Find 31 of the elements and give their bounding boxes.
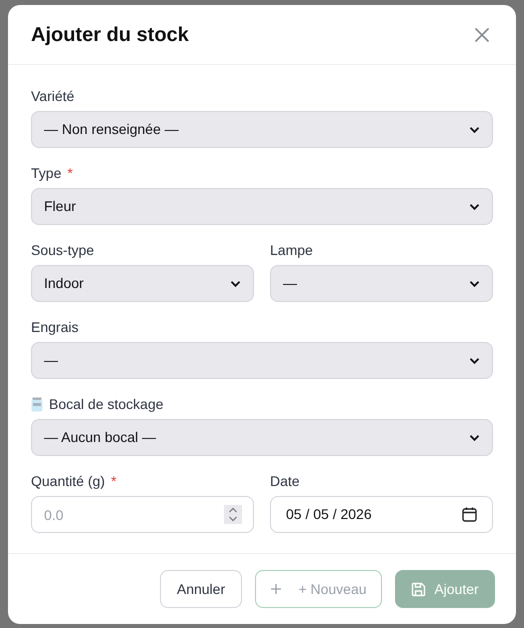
select-field[interactable]: — Non renseignée — (31, 111, 493, 148)
select-field[interactable]: — (31, 342, 493, 379)
required-mark: * (67, 164, 73, 183)
spinner-icon[interactable] (224, 505, 242, 524)
field-label: Lampe (270, 241, 313, 260)
select-field[interactable]: Indoor (31, 265, 254, 302)
close-icon (474, 26, 490, 42)
quantity-field[interactable]: 0.0 (31, 496, 254, 533)
save-icon (411, 582, 426, 596)
chevron-down-icon (469, 434, 480, 442)
chevron-down-icon (469, 280, 480, 288)
calendar-icon[interactable] (462, 507, 477, 522)
field-label: Variété (31, 87, 74, 106)
field-label: Quantité (g) (31, 472, 105, 491)
date-field[interactable]: 05 / 05 / 2026 (270, 496, 493, 533)
field-label: Sous-type (31, 241, 94, 260)
field-label: Date (270, 472, 300, 491)
chevron-down-icon (230, 280, 241, 288)
select-field[interactable]: — (270, 265, 493, 302)
select-field[interactable]: Fleur (31, 188, 493, 225)
cancel-button[interactable]: Annuler (160, 570, 242, 608)
dialog-title: Ajouter du stock (31, 22, 189, 48)
chevron-down-icon (469, 126, 480, 134)
chevron-down-icon (469, 202, 480, 210)
required-mark: * (110, 472, 116, 491)
select-field[interactable]: — Aucun bocal — (31, 419, 493, 456)
field-label: Bocal de stockage (49, 395, 164, 414)
field-label: Type (31, 164, 62, 183)
chevron-down-icon (469, 356, 480, 364)
field-label: Engrais (31, 318, 78, 337)
plus-icon (270, 583, 282, 595)
